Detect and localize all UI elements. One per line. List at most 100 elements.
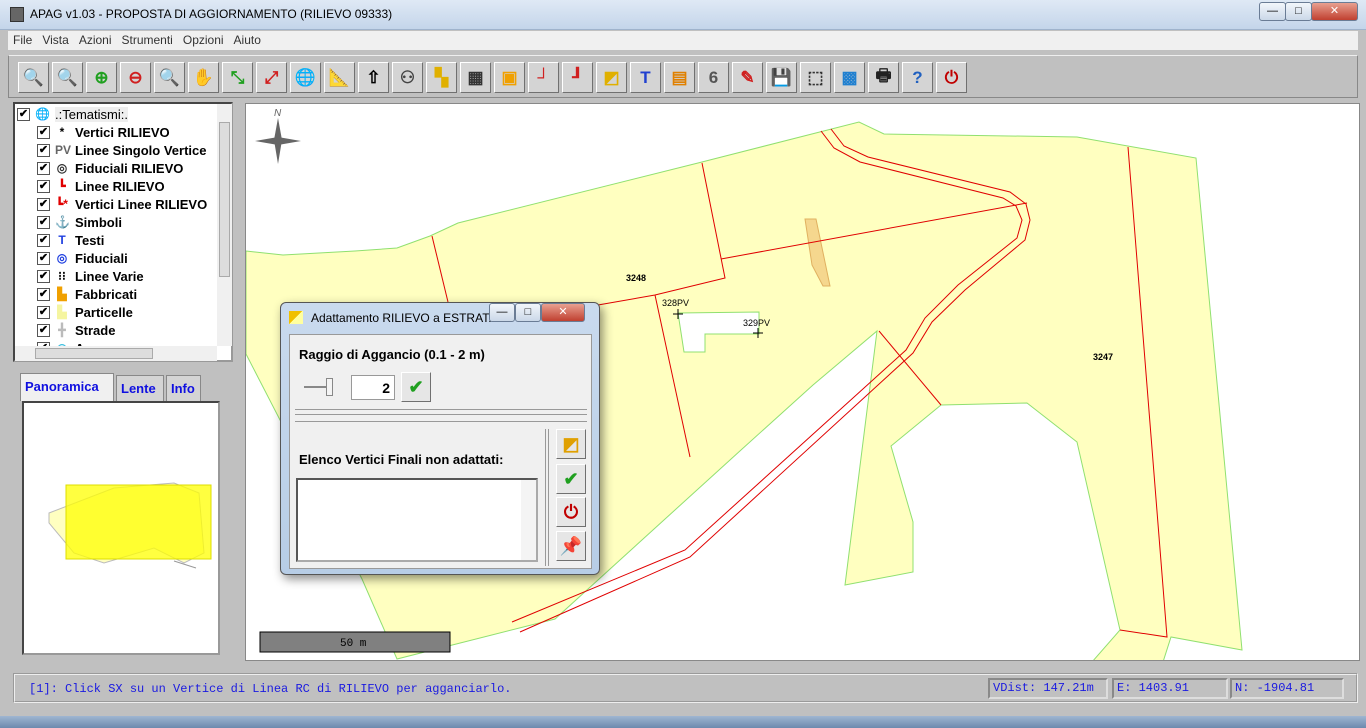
layer-item[interactable]: ✔ * Vertici RILIEVO xyxy=(37,123,217,141)
menu-aiuto[interactable]: Aiuto xyxy=(229,31,266,49)
layer-item[interactable]: ✔ ⚓ Simboli xyxy=(37,213,217,231)
number-button[interactable]: 6 xyxy=(698,62,729,93)
find-line-button[interactable]: ┘ xyxy=(528,62,559,93)
zoom-in-button[interactable]: ⊕ xyxy=(86,62,117,93)
zoom-window-icon: 🔍 xyxy=(158,67,181,87)
print-button[interactable]: 🖶 xyxy=(868,62,899,93)
adapt-icon: ◩ xyxy=(603,67,620,87)
layer-label: Fiduciali RILIEVO xyxy=(75,160,184,176)
layer-item[interactable]: ✔ ◎ Fiduciali RILIEVO xyxy=(37,159,217,177)
find-parcel-icon: ▚ xyxy=(434,67,449,87)
exit-button[interactable]: ⏻ xyxy=(556,497,586,527)
layer-item[interactable]: ✔ ◎ Fiduciali xyxy=(37,249,217,267)
checkmark-icon: ✔ xyxy=(563,468,579,489)
ruler-button[interactable]: 📐 xyxy=(324,62,355,93)
grid-edit-button[interactable]: ▤ xyxy=(664,62,695,93)
menu-bar: File Vista Azioni Strumenti Opzioni Aiuto xyxy=(8,31,1358,50)
close-button[interactable]: ✕ xyxy=(1311,2,1358,21)
dialog-close-button[interactable]: ✕ xyxy=(541,303,585,322)
label-select-button[interactable]: ⇧ xyxy=(358,62,389,93)
pencil-edit-button[interactable]: ✎ xyxy=(732,62,763,93)
dialog-title: Adattamento RILIEVO a ESTRAT... xyxy=(311,311,499,325)
checkbox[interactable]: ✔ xyxy=(37,287,50,301)
checkbox[interactable]: ✔ xyxy=(37,197,50,211)
menu-azioni[interactable]: Azioni xyxy=(74,31,117,49)
checkbox[interactable]: ✔ xyxy=(37,143,50,157)
pencil-edit-icon: ✎ xyxy=(740,67,755,87)
zoom-next-button[interactable]: 🔍 xyxy=(52,62,83,93)
menu-vista[interactable]: Vista xyxy=(37,31,73,49)
layer-item[interactable]: ✔ ⁝⁝ Linee Varie xyxy=(37,267,217,285)
binoculars-button[interactable]: ⚇ xyxy=(392,62,423,93)
layer-label: Testi xyxy=(75,232,105,248)
north-arrow-icon xyxy=(255,118,301,164)
frame-button[interactable]: ⬚ xyxy=(800,62,831,93)
checkbox[interactable]: ✔ xyxy=(37,269,50,283)
table-button[interactable]: ▦ xyxy=(460,62,491,93)
zoom-previous-button[interactable]: 🔍 xyxy=(18,62,49,93)
help-icon: ? xyxy=(912,67,923,87)
help-button[interactable]: ? xyxy=(902,62,933,93)
dialog-maximize-button[interactable]: □ xyxy=(515,303,541,322)
layer-item[interactable]: ✔ ▙ Particelle xyxy=(37,303,217,321)
radius-input[interactable]: 2 xyxy=(351,375,395,400)
menu-opzioni[interactable]: Opzioni xyxy=(178,31,229,49)
layer-icon: ⚓ xyxy=(55,215,70,229)
checkbox[interactable]: ✔ xyxy=(17,107,30,121)
zoom-extents-button[interactable]: ⤡ xyxy=(222,62,253,93)
tab-info[interactable]: Info xyxy=(166,375,201,401)
vertical-scrollbar[interactable] xyxy=(217,104,232,346)
dialog-minimize-button[interactable]: — xyxy=(489,303,515,322)
maximize-button[interactable]: □ xyxy=(1285,2,1312,21)
save-button[interactable]: 💾 xyxy=(766,62,797,93)
edit-line-button[interactable]: ┚ xyxy=(562,62,593,93)
checkbox[interactable]: ✔ xyxy=(37,233,50,247)
print-icon: 🖶 xyxy=(875,66,892,85)
zoom-window-button[interactable]: 🔍 xyxy=(154,62,185,93)
tree-root[interactable]: ✔ 🌐 .:Tematismi:. xyxy=(17,105,197,123)
checkbox[interactable]: ✔ xyxy=(37,251,50,265)
unadapted-vertices-list[interactable] xyxy=(296,478,538,562)
parcel-label: 3247 xyxy=(1093,352,1113,362)
overview-panel[interactable] xyxy=(22,401,220,655)
layers-button[interactable]: ▣ xyxy=(494,62,525,93)
power-button[interactable]: ⏻ xyxy=(936,62,967,93)
checkbox[interactable]: ✔ xyxy=(37,125,50,139)
layer-item[interactable]: ✔ ┗* Vertici Linee RILIEVO xyxy=(37,195,217,213)
zoom-out-button[interactable]: ⊖ xyxy=(120,62,151,93)
confirm-radius-button[interactable]: ✔ xyxy=(401,372,431,402)
zoom-expand-button[interactable]: ⤢ xyxy=(256,62,287,93)
tab-lente[interactable]: Lente xyxy=(116,375,164,401)
layer-item[interactable]: ✔ T Testi xyxy=(37,231,217,249)
ok-button[interactable]: ✔ xyxy=(556,464,586,494)
export-button[interactable]: ▩ xyxy=(834,62,865,93)
layer-item[interactable]: ✔ ▙ Fabbricati xyxy=(37,285,217,303)
horizontal-scrollbar[interactable] xyxy=(15,346,217,361)
radius-slider[interactable] xyxy=(304,378,334,398)
checkbox[interactable]: ✔ xyxy=(37,323,50,337)
checkbox[interactable]: ✔ xyxy=(37,215,50,229)
checkbox[interactable]: ✔ xyxy=(37,179,50,193)
adapt-button[interactable]: ◩ xyxy=(556,429,586,459)
layer-item[interactable]: ✔ PV Linee Singolo Vertice xyxy=(37,141,217,159)
minimize-button[interactable]: — xyxy=(1259,2,1286,21)
pin-button[interactable]: 📌 xyxy=(556,531,586,561)
checkbox[interactable]: ✔ xyxy=(37,161,50,175)
layer-item[interactable]: ✔ ┗ Linee RILIEVO xyxy=(37,177,217,195)
table-icon: ▦ xyxy=(467,67,484,87)
pan-hand-button[interactable]: ✋ xyxy=(188,62,219,93)
tab-panoramica[interactable]: Panoramica xyxy=(20,373,114,401)
list-scrollbar[interactable] xyxy=(521,480,536,560)
menu-file[interactable]: File xyxy=(8,31,37,49)
adapt-button[interactable]: ◩ xyxy=(596,62,627,93)
layer-icon: PV xyxy=(55,143,72,157)
menu-strumenti[interactable]: Strumenti xyxy=(117,31,178,49)
checkbox[interactable]: ✔ xyxy=(37,305,50,319)
layer-label: Fiduciali xyxy=(75,250,128,266)
edit-text-button[interactable]: T xyxy=(630,62,661,93)
globe-button[interactable]: 🌐 xyxy=(290,62,321,93)
layer-item[interactable]: ✔ ╋ Strade xyxy=(37,321,217,339)
layer-icon: ╋ xyxy=(58,323,66,337)
find-parcel-button[interactable]: ▚ xyxy=(426,62,457,93)
adapt-dialog: Adattamento RILIEVO a ESTRAT... — □ ✕ Ra… xyxy=(280,302,600,575)
